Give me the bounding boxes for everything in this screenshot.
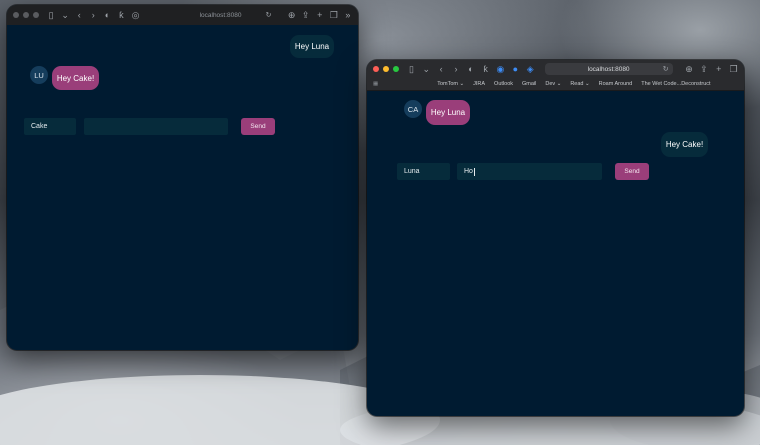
chat-area: CA Hey Luna Hey Cake! Luna Ho Send <box>367 91 744 416</box>
left-browser-window: ▯ ⌄ ‹ › ◐ ƙ ◎ localhost:8080 ↻ ⊕ ⇪ + ❐ »… <box>7 5 358 350</box>
bookmark-item[interactable]: The Wet Code...Deconstruct <box>641 81 710 87</box>
sidebar-icon[interactable]: ▯ <box>407 64 416 74</box>
extension-icon[interactable]: ƙ <box>481 64 490 74</box>
extension-circle-icon[interactable]: ◎ <box>131 10 140 20</box>
avatar: CA <box>404 100 422 118</box>
extension-shield-icon[interactable]: ◈ <box>526 64 535 74</box>
bookmark-item[interactable]: Read ⌄ <box>570 81 589 87</box>
extension-icon[interactable]: ƙ <box>117 10 125 20</box>
reload-icon[interactable]: ↻ <box>663 65 669 73</box>
chat-area: Hey Luna LU Hey Cake! Cake Send <box>7 25 358 350</box>
window-controls[interactable] <box>373 66 399 72</box>
message-input[interactable] <box>84 118 228 135</box>
right-toolbar: ▯ ⌄ ‹ › ◐ ƙ ◉ ● ◈ localhost:8080 ↻ ⊕ ⇪ +… <box>367 60 744 78</box>
close-dot[interactable] <box>373 66 379 72</box>
bookmark-item[interactable]: TomTom ⌄ <box>437 81 464 87</box>
bookmarks-grid-icon[interactable]: ▦ <box>373 81 378 87</box>
tabs-overview-icon[interactable]: ❐ <box>729 64 738 74</box>
zoom-dot[interactable] <box>33 12 39 18</box>
avatar: LU <box>30 66 48 84</box>
reload-icon[interactable]: ↻ <box>266 11 272 19</box>
send-button-label: Send <box>624 168 640 175</box>
send-button[interactable]: Send <box>615 163 649 180</box>
name-input-value: Luna <box>404 168 420 175</box>
left-toolbar: ▯ ⌄ ‹ › ◐ ƙ ◎ localhost:8080 ↻ ⊕ ⇪ + ❐ » <box>7 5 358 25</box>
forward-icon[interactable]: › <box>89 10 97 20</box>
bookmark-item[interactable]: Gmail <box>522 81 536 87</box>
address-bar[interactable]: localhost:8080 ↻ <box>544 63 673 75</box>
zoom-dot[interactable] <box>393 66 399 72</box>
avatar-initials: CA <box>407 104 419 114</box>
avatar-initials: LU <box>34 70 44 80</box>
chevron-down-icon[interactable]: ⌄ <box>422 64 431 74</box>
address-bar[interactable]: localhost:8080 ↻ <box>166 9 276 21</box>
bookmark-item[interactable]: Outlook <box>494 81 513 87</box>
extension-globe-icon[interactable]: ● <box>511 64 520 74</box>
name-input[interactable]: Luna <box>397 163 450 180</box>
minimize-dot[interactable] <box>383 66 389 72</box>
send-button-label: Send <box>250 123 266 130</box>
name-input[interactable]: Cake <box>24 118 76 135</box>
message-bubble-mine: Hey Cake! <box>661 132 708 157</box>
bookmarks-bar: ▦ TomTom ⌄ JIRA Outlook Gmail Dev ⌄ Read… <box>367 78 744 91</box>
message-text: Hey Cake! <box>665 140 704 149</box>
minimize-dot[interactable] <box>23 12 29 18</box>
text-caret <box>473 167 475 176</box>
tabs-overview-icon[interactable]: ❐ <box>330 10 338 20</box>
download-icon[interactable]: ⊕ <box>685 64 694 74</box>
bookmark-item[interactable]: JIRA <box>473 81 485 87</box>
privacy-shield-icon[interactable]: ◐ <box>103 10 111 20</box>
message-input[interactable]: Ho <box>457 163 602 180</box>
bookmark-item[interactable]: Roam Around <box>599 81 633 87</box>
back-icon[interactable]: ‹ <box>437 64 446 74</box>
message-text: Hey Luna <box>294 42 330 51</box>
forward-icon[interactable]: › <box>452 64 461 74</box>
message-bubble-mine: Hey Luna <box>290 35 334 58</box>
bookmark-item[interactable]: Dev ⌄ <box>545 81 561 87</box>
name-input-value: Cake <box>31 123 48 130</box>
message-text: Hey Luna <box>430 108 466 117</box>
message-input-value: Ho <box>464 168 473 175</box>
window-controls[interactable] <box>13 12 39 18</box>
share-icon[interactable]: ⇪ <box>302 10 310 20</box>
message-bubble-theirs: Hey Cake! <box>52 66 99 90</box>
back-icon[interactable]: ‹ <box>75 10 83 20</box>
address-bar-text: localhost:8080 <box>587 65 630 73</box>
share-icon[interactable]: ⇪ <box>699 64 708 74</box>
more-chevron-icon[interactable]: » <box>344 10 352 20</box>
new-tab-icon[interactable]: + <box>714 64 723 74</box>
chevron-down-icon[interactable]: ⌄ <box>61 10 69 20</box>
message-bubble-theirs: Hey Luna <box>426 100 470 125</box>
address-bar-text: localhost:8080 <box>199 11 242 19</box>
right-browser-window: ▯ ⌄ ‹ › ◐ ƙ ◉ ● ◈ localhost:8080 ↻ ⊕ ⇪ +… <box>367 60 744 416</box>
close-dot[interactable] <box>13 12 19 18</box>
send-button[interactable]: Send <box>241 118 275 135</box>
extension-circle-icon[interactable]: ◉ <box>496 64 505 74</box>
sidebar-icon[interactable]: ▯ <box>47 10 55 20</box>
download-icon[interactable]: ⊕ <box>288 10 296 20</box>
privacy-shield-icon[interactable]: ◐ <box>466 64 475 74</box>
message-text: Hey Cake! <box>56 73 95 83</box>
new-tab-icon[interactable]: + <box>316 10 324 20</box>
